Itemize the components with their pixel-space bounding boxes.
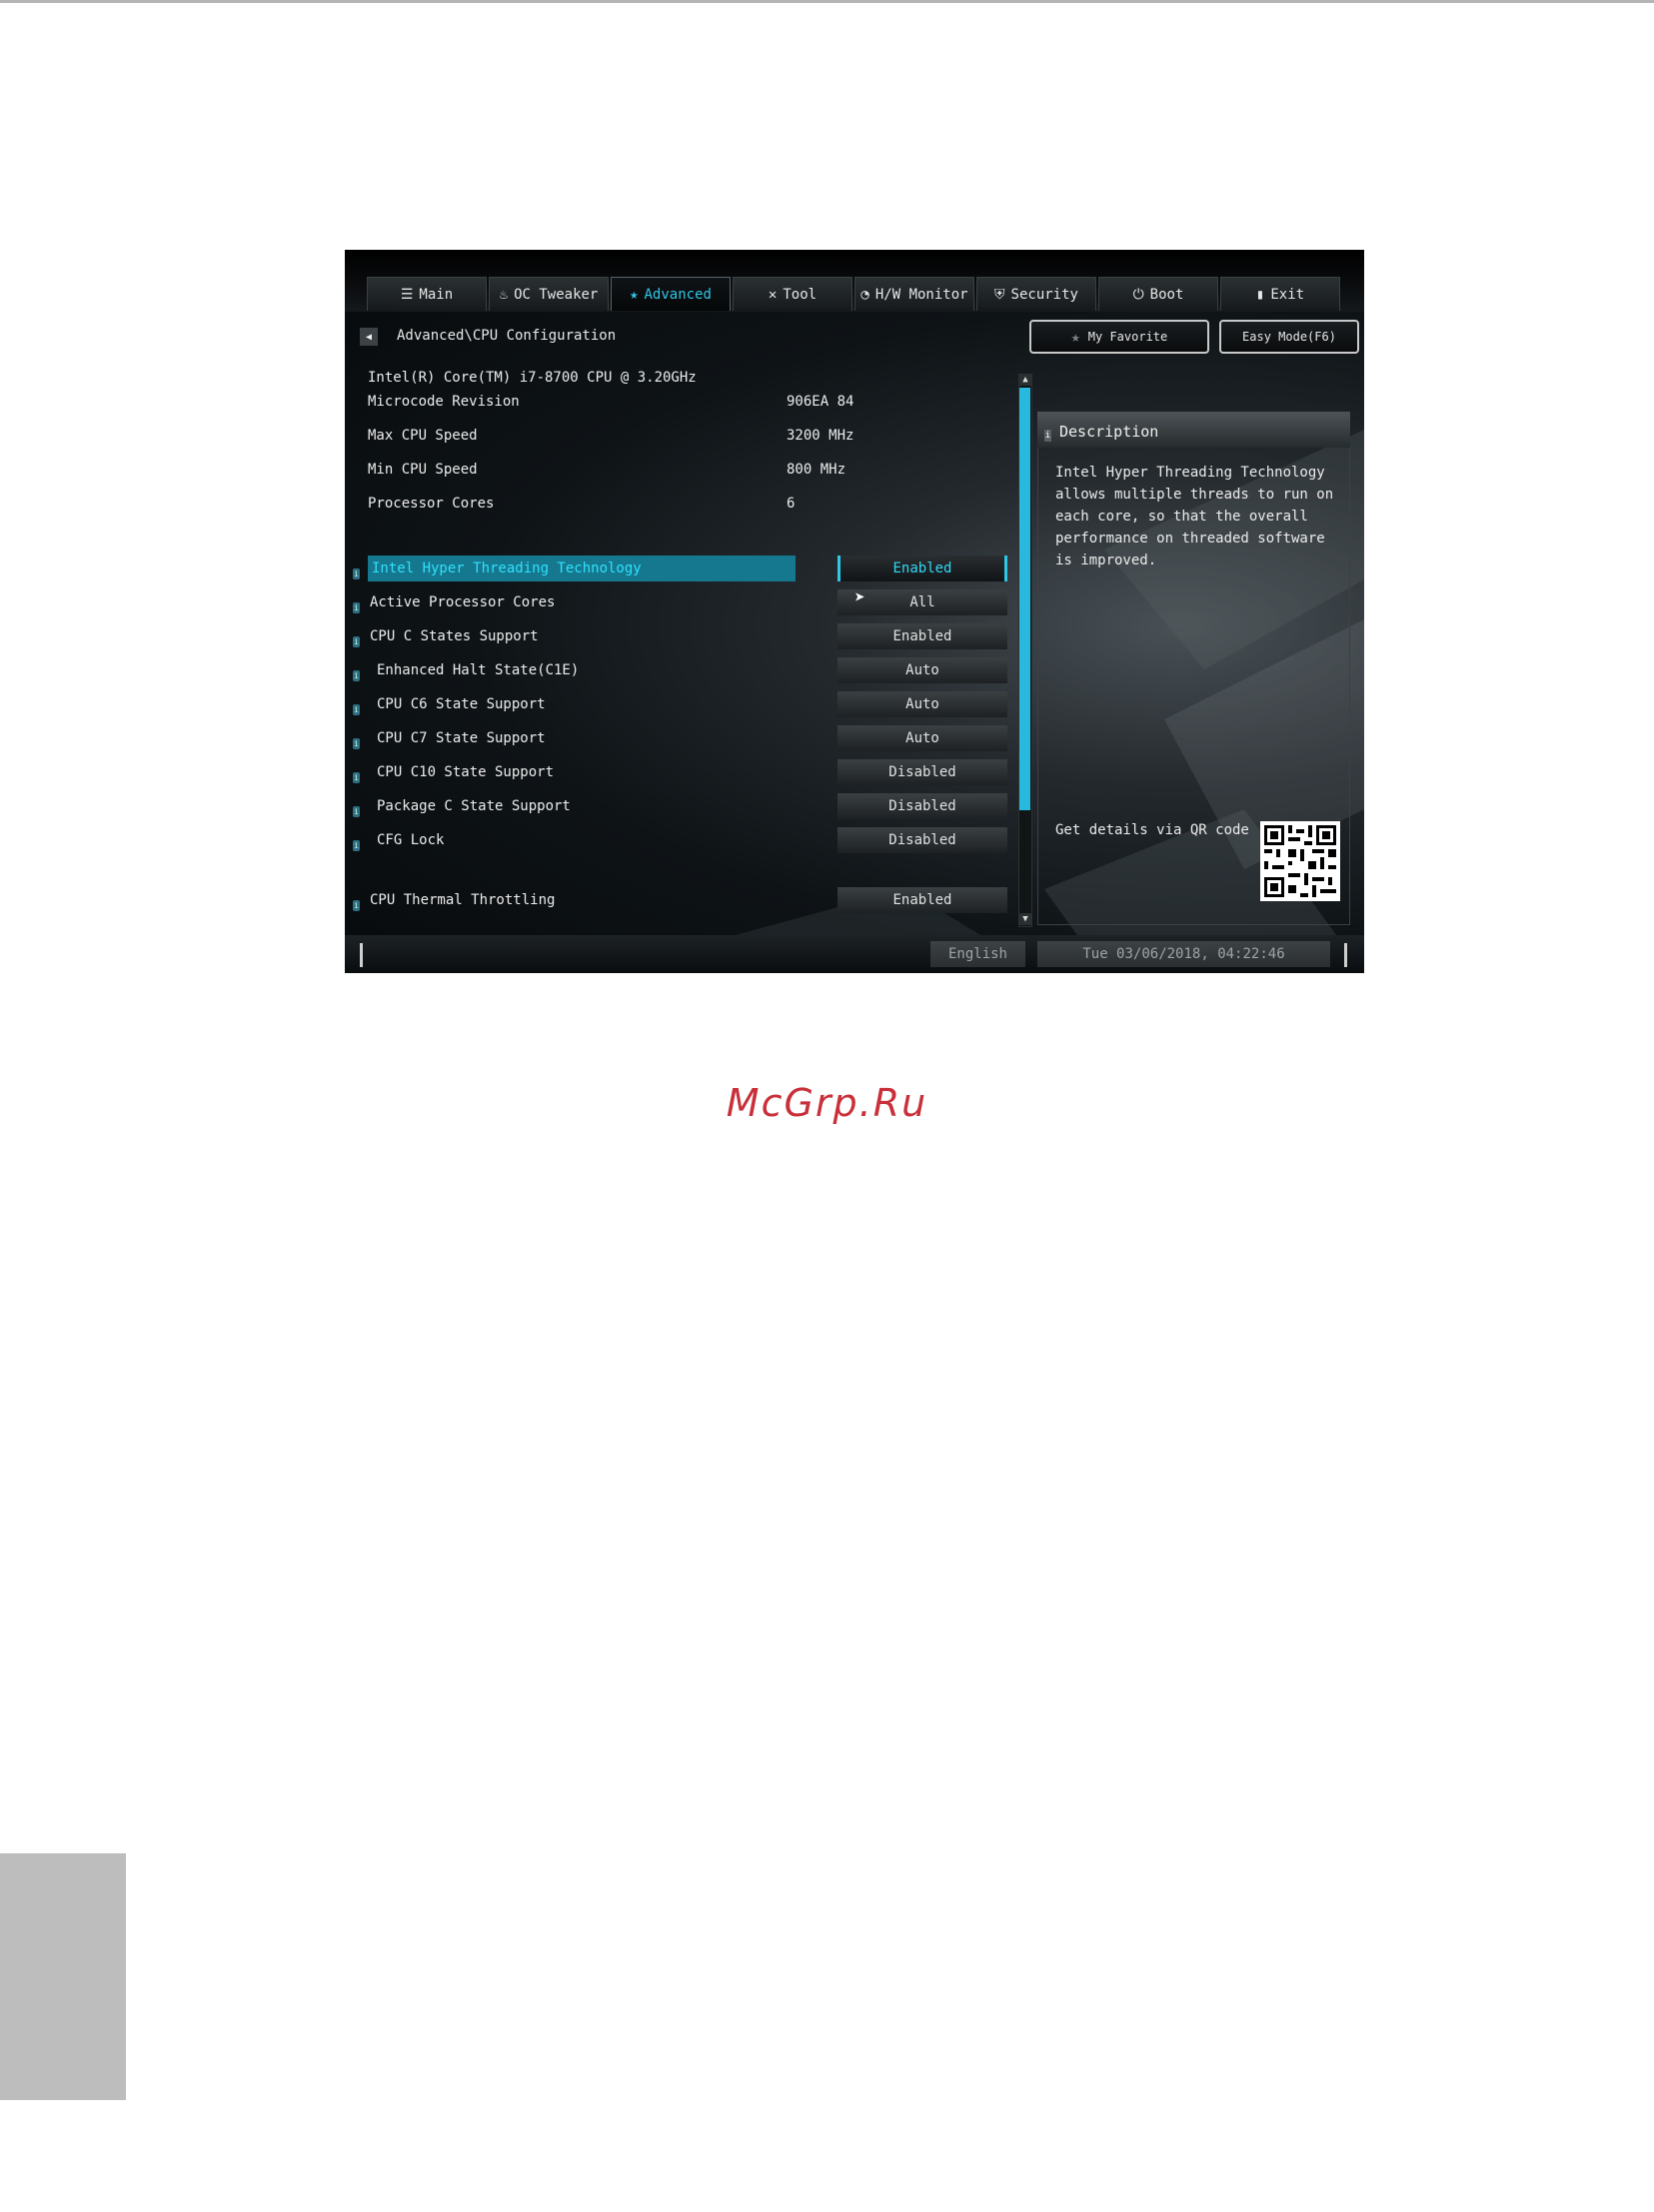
option-c1e-value[interactable]: Auto (837, 657, 1007, 683)
tab-security[interactable]: ⛨ Security (976, 277, 1096, 311)
tab-security-label: Security (1010, 286, 1078, 303)
scroll-down-button[interactable]: ▼ (1018, 913, 1032, 925)
breadcrumb: Advanced\CPU Configuration (397, 328, 617, 344)
list-icon: ☰ (400, 286, 414, 303)
flame-icon: ♨ (499, 286, 509, 303)
tab-tool-label: Tool (783, 286, 818, 303)
chevron-left-icon: ◀ (365, 331, 373, 343)
status-bar-edge (1344, 943, 1347, 967)
info-value-min-speed: 800 MHz (787, 462, 846, 478)
option-active-cores[interactable]: Active Processor Cores (370, 589, 555, 615)
option-thermal-throttling[interactable]: CPU Thermal Throttling (370, 887, 555, 913)
tab-oc-tweaker-label: OC Tweaker (514, 286, 599, 303)
info-label-cores: Processor Cores (368, 496, 495, 512)
option-c6[interactable]: CPU C6 State Support (377, 691, 546, 717)
my-favorite-label: My Favorite (1087, 330, 1168, 344)
info-label-min-speed: Min CPU Speed (368, 462, 478, 478)
gauge-icon: ◔ (860, 286, 869, 303)
info-icon: i (353, 900, 360, 911)
info-icon: i (353, 738, 360, 749)
option-package-c-state[interactable]: Package C State Support (377, 793, 571, 819)
date-time: Tue 03/06/2018, 04:22:46 (1037, 941, 1330, 967)
mouse-cursor-icon: ➤ (854, 587, 865, 608)
scrollbar-thumb[interactable] (1019, 388, 1030, 810)
option-thermal-throttling-value[interactable]: Enabled (837, 887, 1007, 913)
cpu-model: Intel(R) Core(TM) i7-8700 CPU @ 3.20GHz (368, 370, 697, 386)
info-icon: i (353, 602, 360, 613)
description-text: Intel Hyper Threading Technology allows … (1055, 465, 1334, 568)
qr-label: Get details via QR code (1055, 822, 1249, 838)
tab-tool[interactable]: ✕ Tool (733, 277, 852, 311)
info-icon: i (353, 772, 360, 783)
tab-main-label: Main (419, 286, 454, 303)
info-icon: i (353, 568, 360, 579)
tab-exit[interactable]: ▮ Exit (1220, 277, 1340, 311)
tab-hw-monitor-label: H/W Monitor (874, 286, 968, 303)
easy-mode-button[interactable]: Easy Mode(F6) (1219, 320, 1359, 354)
scroll-up-button[interactable]: ▲ (1018, 374, 1032, 386)
shield-icon: ⛨ (994, 286, 1005, 303)
page-side-tab (0, 1853, 126, 2100)
tab-oc-tweaker[interactable]: ♨ OC Tweaker (489, 277, 609, 311)
language-button[interactable]: English (930, 941, 1025, 967)
status-bar-edge (360, 943, 363, 967)
option-c10[interactable]: CPU C10 State Support (377, 759, 554, 785)
page-top-rule (0, 0, 1654, 3)
option-c-states[interactable]: CPU C States Support (370, 623, 539, 649)
tab-advanced-label: Advanced (644, 286, 712, 303)
option-cfg-lock[interactable]: CFG Lock (377, 827, 444, 853)
tab-hw-monitor[interactable]: ◔ H/W Monitor (854, 277, 974, 311)
info-value-microcode: 906EA 84 (787, 394, 854, 410)
watermark: McGrp.Ru (726, 1081, 928, 1125)
qr-code-icon[interactable] (1260, 821, 1340, 901)
tab-main[interactable]: ☰ Main (367, 277, 487, 311)
tab-boot[interactable]: ⏻ Boot (1098, 277, 1218, 311)
arrow-up-icon: ▲ (1022, 375, 1028, 385)
option-cfg-lock-value[interactable]: Disabled (837, 827, 1007, 853)
bios-screen: ☰ Main ♨ OC Tweaker ★ Advanced ✕ Tool ◔ … (345, 250, 1364, 973)
info-icon: i (353, 670, 360, 681)
info-icon: i (1044, 430, 1051, 442)
option-hyper-threading-value[interactable]: Enabled (837, 555, 1007, 581)
easy-mode-label: Easy Mode(F6) (1242, 330, 1336, 344)
star-icon: ★ (1070, 328, 1080, 346)
option-c7-value[interactable]: Auto (837, 725, 1007, 751)
door-icon: ▮ (1255, 286, 1265, 303)
option-c1e[interactable]: Enhanced Halt State(C1E) (377, 657, 579, 683)
star-icon: ★ (630, 286, 639, 303)
tab-exit-label: Exit (1270, 286, 1305, 303)
info-value-cores: 6 (787, 496, 796, 512)
description-title: Description (1037, 412, 1350, 448)
info-value-max-speed: 3200 MHz (787, 428, 854, 444)
arrow-down-icon: ▼ (1022, 914, 1028, 924)
option-c6-value[interactable]: Auto (837, 691, 1007, 717)
option-package-c-state-value[interactable]: Disabled (837, 793, 1007, 819)
tools-icon: ✕ (768, 286, 778, 303)
tab-advanced[interactable]: ★ Advanced (611, 277, 731, 311)
info-label-microcode: Microcode Revision (368, 394, 520, 410)
my-favorite-button[interactable]: ★ My Favorite (1029, 320, 1209, 354)
info-icon: i (353, 636, 360, 647)
back-button[interactable]: ◀ (360, 328, 378, 346)
option-c7[interactable]: CPU C7 State Support (377, 725, 546, 751)
power-icon: ⏻ (1132, 286, 1144, 303)
option-c-states-value[interactable]: Enabled (837, 623, 1007, 649)
tab-boot-label: Boot (1149, 286, 1184, 303)
option-hyper-threading[interactable]: Intel Hyper Threading Technology (368, 555, 796, 581)
info-icon: i (353, 806, 360, 817)
option-c10-value[interactable]: Disabled (837, 759, 1007, 785)
info-icon: i (353, 704, 360, 715)
info-icon: i (353, 840, 360, 851)
info-label-max-speed: Max CPU Speed (368, 428, 478, 444)
